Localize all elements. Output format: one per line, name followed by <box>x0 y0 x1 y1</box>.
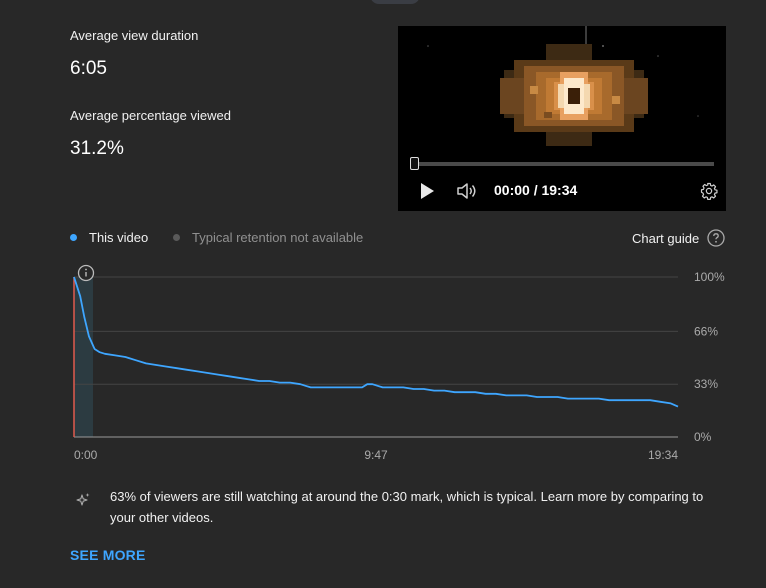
y-tick-label: 0% <box>694 430 712 444</box>
x-tick-label: 9:47 <box>364 448 388 462</box>
y-tick-label: 33% <box>694 377 718 391</box>
highlight-region <box>74 277 94 437</box>
sparkle-icon <box>76 493 90 506</box>
y-tick-label: 66% <box>694 324 718 338</box>
series-line-this-video[interactable] <box>73 276 679 408</box>
y-tick-label: 100% <box>694 270 725 284</box>
x-tick-label: 0:00 <box>74 448 98 462</box>
retention-chart[interactable]: 100% 66% 33% 0% 0:00 9:47 19:34 <box>0 0 766 470</box>
info-icon-dot <box>85 268 87 271</box>
see-more-button[interactable]: SEE MORE <box>70 547 146 563</box>
insight-text: 63% of viewers are still watching at aro… <box>110 489 704 525</box>
x-tick-label: 19:34 <box>648 448 678 462</box>
